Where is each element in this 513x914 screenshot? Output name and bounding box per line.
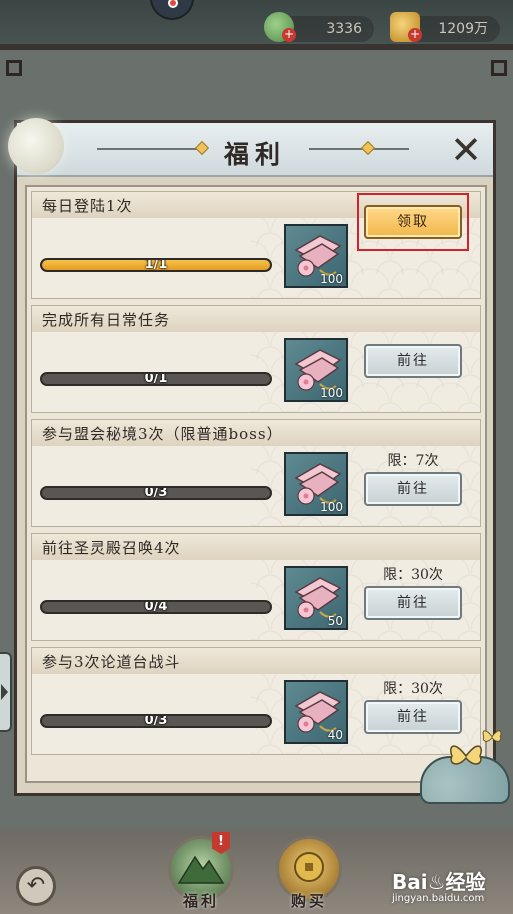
task-progress-bar: 1/1 [40, 258, 272, 272]
task-row: 参与3次论道台战斗 0/3 40 限：30次 前往 [31, 647, 481, 755]
go-button[interactable]: 前往 [364, 472, 462, 506]
progress-text: 0/3 [144, 714, 168, 728]
task-list[interactable]: 每日登陆1次 1/1 100 领取 完成所有日常任务 0/1 100 前往 参与… [25, 185, 487, 783]
welfare-nav-label: 福利 [182, 892, 219, 910]
add-jade-icon[interactable]: + [282, 28, 296, 42]
currency-jade-counter[interactable]: + 3336 [264, 12, 374, 42]
currency-gold-counter[interactable]: + 1209万 [390, 12, 500, 42]
welfare-modal: 福利 ✕ 每日登陆1次 1/1 100 领取 完成所有日常任务 0/1 100 … [14, 120, 496, 796]
reward-quantity: 40 [327, 728, 343, 742]
gold-amount: 1209万 [438, 21, 488, 37]
reward-item[interactable]: 100 [284, 224, 348, 288]
go-button[interactable]: 前往 [364, 344, 462, 378]
modal-title: 福利 [223, 140, 286, 169]
task-row: 完成所有日常任务 0/1 100 前往 [31, 305, 481, 413]
claim-button[interactable]: 领取 [364, 205, 462, 239]
butterfly-small-icon [482, 730, 502, 742]
task-title: 完成所有日常任务 [42, 311, 171, 329]
task-row: 参与盟会秘境3次（限普通boss） 0/3 100 限：7次 前往 [31, 419, 481, 527]
reward-quantity: 50 [327, 614, 343, 628]
buy-nav-label: 购买 [290, 892, 327, 910]
go-button[interactable]: 前往 [364, 586, 462, 620]
task-progress-bar: 0/4 [40, 600, 272, 614]
reward-quantity: 100 [320, 386, 343, 400]
limit-text: 限：30次 [383, 567, 443, 583]
task-row: 前往圣灵殿召唤4次 0/4 50 限：30次 前往 [31, 533, 481, 641]
task-progress-bar: 0/1 [40, 372, 272, 386]
modal-header: 福利 ✕ [17, 123, 493, 177]
moon-ornament [8, 118, 64, 174]
baidu-watermark: Bai♨经验 jingyan.baidu.com [392, 866, 512, 914]
notification-dot-icon [168, 0, 178, 8]
frame-corner-ornament [6, 60, 22, 76]
back-button[interactable]: ↶ [16, 866, 56, 906]
reward-item[interactable]: 50 [284, 566, 348, 630]
task-title: 前往圣灵殿召唤4次 [42, 539, 181, 557]
limit-text: 限：7次 [387, 453, 439, 469]
side-expand-tab[interactable] [0, 652, 12, 732]
reward-item[interactable]: 100 [284, 452, 348, 516]
task-title: 每日登陆1次 [42, 197, 133, 215]
watermark-brand: Bai♨经验 [392, 870, 486, 894]
task-progress-bar: 0/3 [40, 714, 272, 728]
reward-item[interactable]: 40 [284, 680, 348, 744]
task-row: 每日登陆1次 1/1 100 领取 [31, 191, 481, 299]
progress-text: 0/3 [144, 486, 168, 500]
close-button[interactable]: ✕ [447, 131, 485, 169]
reward-quantity: 100 [320, 272, 343, 286]
progress-text: 0/1 [144, 372, 168, 386]
progress-text: 0/4 [144, 600, 168, 614]
watermark-url: jingyan.baidu.com [392, 893, 485, 904]
limit-text: 限：30次 [383, 681, 443, 697]
go-button[interactable]: 前往 [364, 700, 462, 734]
reward-quantity: 100 [320, 500, 343, 514]
reward-item[interactable]: 100 [284, 338, 348, 402]
task-progress-bar: 0/3 [40, 486, 272, 500]
add-gold-icon[interactable]: + [408, 28, 422, 42]
task-title: 参与3次论道台战斗 [42, 653, 181, 671]
frame-corner-ornament [491, 60, 507, 76]
jade-amount: 3336 [326, 21, 362, 37]
progress-text: 1/1 [144, 258, 168, 272]
task-title: 参与盟会秘境3次（限普通boss） [42, 425, 283, 443]
